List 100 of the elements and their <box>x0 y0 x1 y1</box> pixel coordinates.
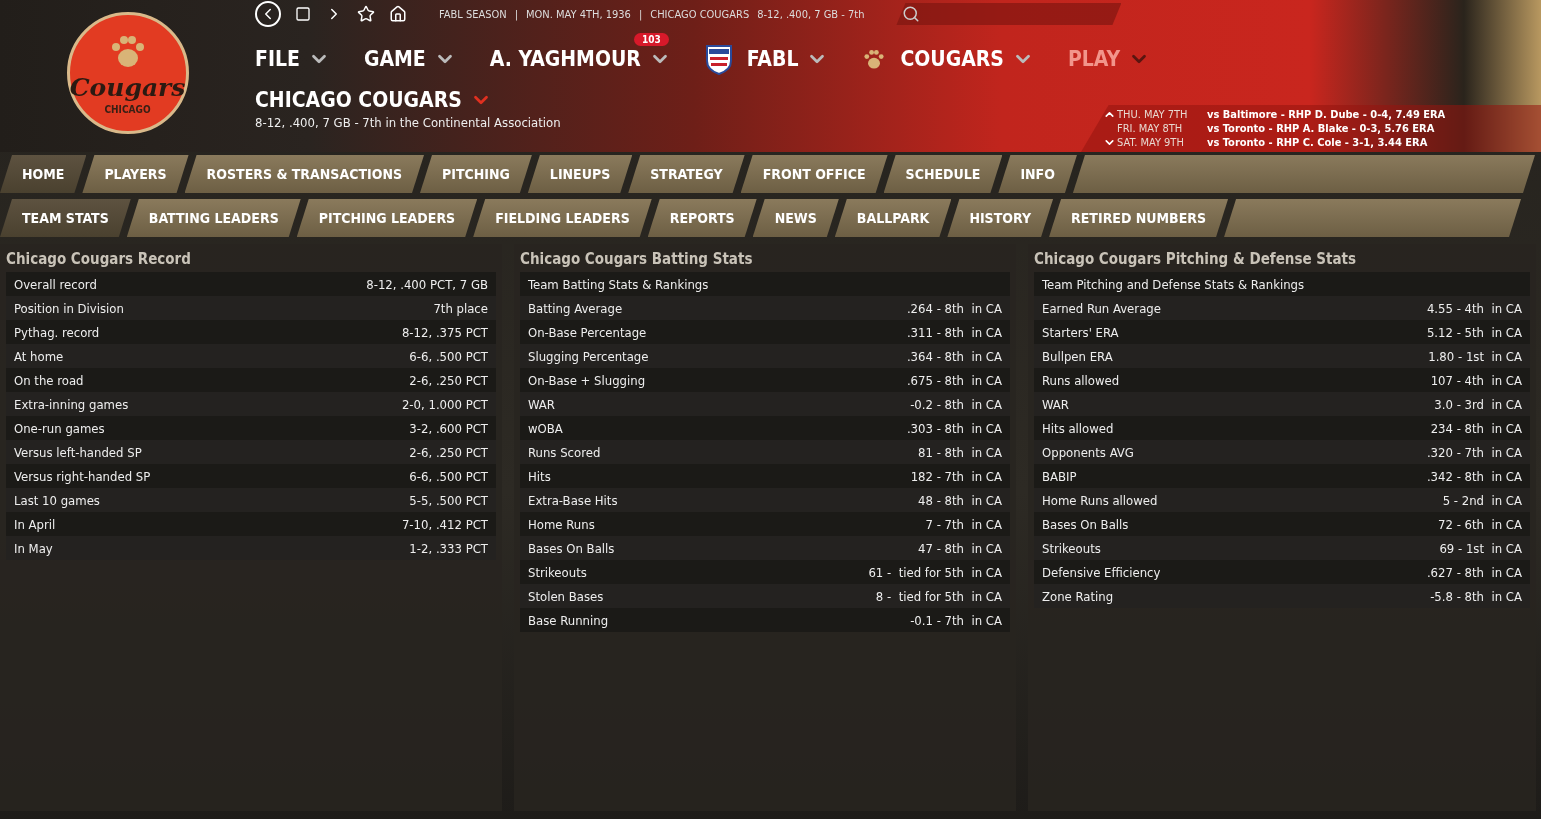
stat-label: Opponents AVG <box>1042 444 1134 460</box>
stat-value: 107 - 4th in CA <box>1430 372 1522 388</box>
nav-tab[interactable]: FRONT OFFICE <box>740 155 888 193</box>
back-button[interactable] <box>255 1 281 27</box>
stat-label: wOBA <box>528 420 563 436</box>
nav-tab[interactable]: LINEUPS <box>527 155 633 193</box>
stat-value: 5.12 - 5th in CA <box>1426 324 1522 340</box>
search-icon <box>902 5 921 23</box>
stat-value: 7th place <box>433 300 488 316</box>
stat-value: 8-12, .375 PCT <box>401 324 488 340</box>
stat-value: 2-0, 1.000 PCT <box>401 396 488 412</box>
info-text: CHICAGO COUGARS <box>650 7 750 21</box>
menu-button[interactable]: FABL <box>746 47 829 71</box>
stat-value: 3-2, .600 PCT <box>409 420 488 436</box>
stat-value: 48 - 8th in CA <box>918 492 1002 508</box>
game-info: vs Toronto - RHP C. Cole - 3-1, 3.44 ERA <box>1207 136 1429 149</box>
stat-label: Extra-Base Hits <box>528 492 618 508</box>
game-date: SAT. MAY 9TH <box>1117 136 1185 149</box>
sub-tab[interactable]: NEWS <box>752 199 839 237</box>
nav-tab[interactable]: PITCHING <box>420 155 532 193</box>
stat-value: .303 - 8th in CA <box>906 420 1002 436</box>
nav-tab[interactable]: HOME <box>0 155 87 193</box>
stat-label: Runs Scored <box>528 444 601 460</box>
sub-tab[interactable]: BATTING LEADERS <box>126 199 301 237</box>
stat-label: On-Base + Slugging <box>528 372 646 388</box>
home-icon[interactable] <box>389 5 407 23</box>
stat-value: 3.0 - 3rd in CA <box>1434 396 1522 412</box>
stat-label: WAR <box>1042 396 1069 412</box>
info-text: FABL SEASON <box>439 7 507 21</box>
stat-value: 7-10, .412 PCT <box>401 516 488 532</box>
stat-value: 8-12, .400 PCT, 7 GB <box>366 276 488 292</box>
stat-label: Position in Division <box>14 300 124 316</box>
stat-value: .675 - 8th in CA <box>906 372 1002 388</box>
stat-label: Bases On Balls <box>1042 516 1129 532</box>
stat-value: 4.55 - 4th in CA <box>1426 300 1522 316</box>
stat-label: Team Batting Stats & Rankings <box>528 276 709 292</box>
sub-tab[interactable]: BALLPARK <box>834 199 952 237</box>
sub-tab[interactable]: FIELDING LEADERS <box>473 199 652 237</box>
stat-value: 47 - 8th in CA <box>918 540 1002 556</box>
paw-icon <box>862 47 887 71</box>
stat-value: -0.2 - 8th in CA <box>910 396 1002 412</box>
stat-value: -5.8 - 8th in CA <box>1430 588 1522 604</box>
nav-tab[interactable]: INFO <box>998 155 1077 193</box>
stat-label: Team Pitching and Defense Stats & Rankings <box>1042 276 1305 292</box>
stat-label: Defensive Efficiency <box>1042 564 1161 580</box>
panel-title: Chicago Cougars Record <box>6 249 192 270</box>
stat-value: 72 - 6th in CA <box>1438 516 1522 532</box>
stat-value: .627 - 8th in CA <box>1426 564 1522 580</box>
stat-label: Runs allowed <box>1042 372 1120 388</box>
nav-tab[interactable]: STRATEGY <box>628 155 745 193</box>
menu-button[interactable]: COUGARS <box>900 47 1034 71</box>
stat-value: 5-5, .500 PCT <box>409 492 488 508</box>
sub-tab[interactable]: TEAM STATS <box>0 199 131 237</box>
stat-value: 5 - 2nd in CA <box>1442 492 1522 508</box>
team-title: CHICAGO COUGARS <box>255 88 462 112</box>
stat-label: Home Runs <box>528 516 595 532</box>
stat-value: .264 - 8th in CA <box>906 300 1002 316</box>
star-icon[interactable] <box>357 5 375 23</box>
stat-label: Batting Average <box>528 300 623 316</box>
menu-button[interactable]: GAME <box>363 47 456 71</box>
stat-label: In May <box>14 540 53 556</box>
stat-label: Bullpen ERA <box>1042 348 1113 364</box>
stat-value: 6-6, .500 PCT <box>409 348 488 364</box>
stat-label: Earned Run Average <box>1042 300 1161 316</box>
stat-value: .364 - 8th in CA <box>906 348 1002 364</box>
stat-label: Base Running <box>528 612 609 628</box>
stat-value: 69 - 1st in CA <box>1439 540 1522 556</box>
stat-label: On-Base Percentage <box>528 324 647 340</box>
stat-value: -0.1 - 7th in CA <box>910 612 1002 628</box>
shield-icon <box>704 43 733 75</box>
stat-value: 1-2, .333 PCT <box>409 540 488 556</box>
stat-label: Stolen Bases <box>528 588 604 604</box>
stat-value: .320 - 7th in CA <box>1426 444 1522 460</box>
sub-tab[interactable]: RETIRED NUMBERS <box>1049 199 1229 237</box>
nav-tab[interactable]: SCHEDULE <box>883 155 1003 193</box>
menu-button[interactable]: FILE <box>255 47 330 71</box>
stat-label: In April <box>14 516 56 532</box>
stat-value: 6-6, .500 PCT <box>409 468 488 484</box>
stat-label: Starters' ERA <box>1042 324 1119 340</box>
nav-tab[interactable]: ROSTERS & TRANSACTIONS <box>184 155 424 193</box>
sub-tab[interactable]: PITCHING LEADERS <box>296 199 478 237</box>
stat-value: 234 - 8th in CA <box>1430 420 1522 436</box>
stat-label: Strikeouts <box>528 564 587 580</box>
stat-label: BABIP <box>1042 468 1077 484</box>
panel-title: Chicago Cougars Pitching & Defense Stats <box>1034 249 1358 270</box>
stat-label: Extra-inning games <box>14 396 129 412</box>
game-date: THU. MAY 7TH <box>1117 108 1189 121</box>
stat-label: Bases On Balls <box>528 540 615 556</box>
sub-tab[interactable]: REPORTS <box>647 199 757 237</box>
stat-value: 182 - 7th in CA <box>910 468 1002 484</box>
panel-title: Chicago Cougars Batting Stats <box>520 249 754 270</box>
stat-value: 2-6, .250 PCT <box>409 372 488 388</box>
stat-value: 8 - tied for 5th in CA <box>875 588 1002 604</box>
stat-value: 81 - 8th in CA <box>918 444 1002 460</box>
page-icon[interactable] <box>295 6 311 22</box>
sub-tab[interactable]: HISTORY <box>947 199 1054 237</box>
nav-tab[interactable]: PLAYERS <box>82 155 189 193</box>
record-text: 8-12, .400, 7 GB - 7th <box>757 7 865 21</box>
game-info: vs Toronto - RHP A. Blake - 0-3, 5.76 ERA <box>1207 122 1436 135</box>
stat-label: Overall record <box>14 276 97 292</box>
